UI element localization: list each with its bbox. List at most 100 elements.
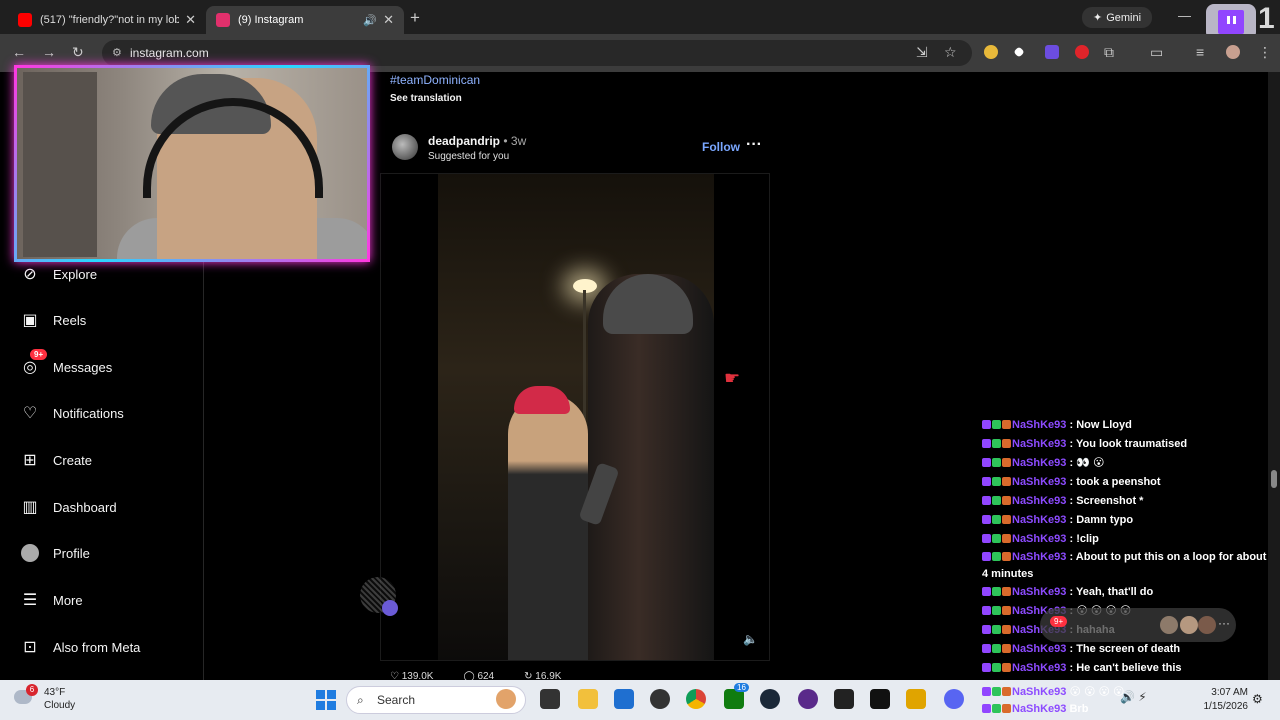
chat-message: NaShKe93 : !clip: [982, 530, 1272, 549]
extension-icon[interactable]: [1013, 46, 1025, 58]
avatar-icon: [20, 543, 40, 563]
system-tray-icons[interactable]: 🔊 ⚡: [1120, 690, 1147, 704]
windows-taskbar: 6 43°F Cloudy ⌕ Search 16 NaShKe93 😮 😮 😮 …: [0, 680, 1280, 720]
verified-badge-icon: [992, 439, 1001, 448]
sidebar-item-explore[interactable]: ⊘ Explore: [20, 264, 97, 284]
verified-badge-icon: [992, 606, 1001, 615]
menu-icon[interactable]: ⋮: [1258, 44, 1272, 61]
speaker-icon[interactable]: 🔊: [363, 14, 377, 27]
avatar[interactable]: [392, 134, 418, 160]
store-icon[interactable]: [614, 689, 634, 709]
ubisoft-icon[interactable]: [798, 689, 818, 709]
reload-icon[interactable]: ↻: [72, 44, 84, 61]
install-icon[interactable]: ⇲: [916, 44, 928, 61]
sidebar-item-label: Explore: [53, 266, 98, 282]
windows-start-icon[interactable]: [316, 690, 336, 710]
chat-username: NaShKe93: [1012, 703, 1067, 715]
taskbar-clock[interactable]: 3:07 AM 1/15/2026: [1196, 686, 1249, 714]
url-bar[interactable]: ⚙ instagram.com: [102, 40, 972, 66]
post-video[interactable]: 🔈: [380, 173, 770, 661]
back-icon[interactable]: ←: [12, 44, 26, 60]
sidebar-item-dashboard[interactable]: ▥ Dashboard: [20, 497, 116, 517]
chat-text: You look traumatised: [1076, 438, 1188, 450]
sidebar-item-more[interactable]: ☰ More: [20, 590, 83, 610]
sidebar-item-messages[interactable]: ◎ 9+ Messages: [20, 349, 112, 377]
xbox-icon[interactable]: [724, 689, 744, 709]
widget-icon[interactable]: [496, 689, 516, 709]
chat-text: 👀 😮: [1076, 457, 1105, 469]
7z-icon[interactable]: [834, 689, 854, 709]
bookmark-star-icon[interactable]: ☆: [944, 44, 957, 61]
discord-icon[interactable]: [944, 689, 964, 709]
emote-badge-icon: [1002, 663, 1011, 672]
sub-badge-icon: [982, 587, 991, 596]
chat-text: Damn typo: [1076, 514, 1134, 526]
sound-icon[interactable]: 🔈: [743, 632, 758, 646]
app-icon[interactable]: [650, 689, 670, 709]
minimize-icon[interactable]: —: [1178, 8, 1191, 23]
username-text[interactable]: deadpandrip: [428, 134, 500, 148]
chat-username: NaShKe93: [1012, 476, 1067, 488]
chat-username: NaShKe93: [1012, 586, 1067, 598]
forward-icon[interactable]: →: [42, 44, 56, 60]
sidebar-item-profile[interactable]: Profile: [20, 543, 90, 563]
task-view-icon[interactable]: [540, 689, 560, 709]
settings-icon[interactable]: ⚙: [1252, 692, 1263, 706]
extension-icon[interactable]: [1075, 45, 1089, 59]
verified-badge-icon: [992, 644, 1001, 653]
sub-badge-icon: [982, 496, 991, 505]
plus-icon[interactable]: +: [410, 8, 420, 28]
sidebar-item-notifications[interactable]: ♡ Notifications: [20, 403, 124, 423]
twitch-ext-icon[interactable]: [1045, 45, 1059, 59]
verified-badge-icon: [992, 534, 1001, 543]
viewer-counter: 1: [1258, 2, 1275, 35]
post-username[interactable]: deadpandrip • 3w: [428, 134, 526, 148]
chat-text: Now Lloyd: [1076, 419, 1132, 431]
sub-badge-icon: [982, 458, 991, 467]
hashtag-link[interactable]: #teamDominican: [390, 73, 480, 87]
url-text: instagram.com: [130, 46, 209, 60]
steam-icon[interactable]: [760, 689, 780, 709]
chat-username: NaShKe93: [1012, 514, 1067, 526]
see-translation-link[interactable]: See translation: [390, 93, 462, 104]
more-options-icon[interactable]: ···: [1218, 616, 1230, 630]
sidebar-item-create[interactable]: ⊞ Create: [20, 450, 92, 470]
messages-popover[interactable]: 9+ ···: [1040, 608, 1236, 642]
chat-username: NaShKe93: [1012, 457, 1067, 469]
emote-badge-icon: [1002, 496, 1011, 505]
sidebar-item-reels[interactable]: ▣ Reels: [20, 310, 86, 330]
emote-badge-icon: [1002, 644, 1011, 653]
close-icon[interactable]: ✕: [185, 12, 196, 28]
sidebar-item-also-from-meta[interactable]: ⊡ Also from Meta: [20, 637, 140, 657]
tab-instagram[interactable]: (9) Instagram 🔊 ✕: [206, 6, 404, 34]
stream-overlay-badge: [382, 600, 398, 616]
hand-cursor-icon: ☛: [724, 368, 741, 388]
twitch-icon: [1218, 10, 1244, 34]
sub-badge-icon: [982, 420, 991, 429]
puzzle-icon[interactable]: ⧉: [1104, 44, 1114, 61]
tab-youtube[interactable]: (517) "friendly?"not in my lobby ✕: [8, 6, 206, 34]
tab-title: (9) Instagram: [238, 14, 304, 26]
chat-message: NaShKe93 : You look traumatised: [982, 435, 1272, 454]
chat-text: !clip: [1076, 533, 1099, 545]
rockstar-icon[interactable]: [906, 689, 926, 709]
chat-username: NaShKe93: [1012, 438, 1067, 450]
extension-icon[interactable]: [984, 45, 998, 59]
chrome-icon[interactable]: [686, 689, 706, 709]
media-icon[interactable]: ≡: [1196, 44, 1204, 60]
file-explorer-icon[interactable]: [578, 689, 598, 709]
close-icon[interactable]: ✕: [383, 12, 394, 28]
gemini-button[interactable]: ✦ Gemini: [1082, 7, 1152, 28]
site-info-icon[interactable]: ⚙: [112, 40, 122, 66]
profile-avatar[interactable]: [1226, 45, 1240, 59]
epic-games-icon[interactable]: [870, 689, 890, 709]
messenger-icon: ◎ 9+: [20, 349, 48, 377]
more-options-icon[interactable]: ···: [746, 136, 762, 154]
follow-button[interactable]: Follow: [702, 140, 740, 154]
search-icon: ⌕: [357, 693, 364, 707]
chat-username: NaShKe93: [1012, 533, 1067, 545]
plus-square-icon: ⊞: [23, 452, 37, 469]
weather-desc: Cloudy: [44, 700, 76, 711]
split-view-icon[interactable]: ▭: [1150, 44, 1163, 61]
chat-username: NaShKe93: [1012, 419, 1067, 431]
